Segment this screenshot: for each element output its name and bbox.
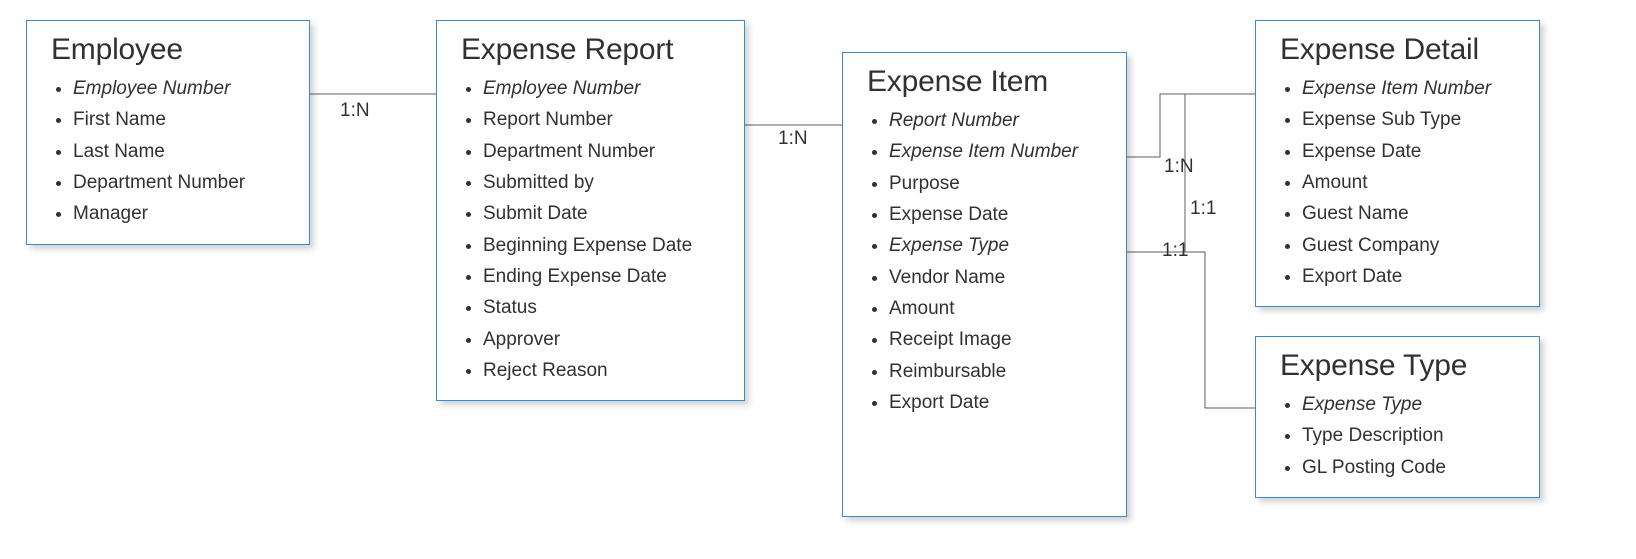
entity-attribute: Vendor Name <box>889 262 1102 293</box>
entity-attribute: Report Number <box>889 105 1102 136</box>
entity-attribute: Expense Type <box>889 230 1102 261</box>
entity-attribute: Submit Date <box>483 198 720 229</box>
entity-attribute: Ending Expense Date <box>483 261 720 292</box>
entity-expense-report-attrs: Employee NumberReport NumberDepartment N… <box>461 73 720 386</box>
entity-attribute: Guest Company <box>1302 230 1515 261</box>
entity-attribute: GL Posting Code <box>1302 452 1515 483</box>
entity-attribute: Approver <box>483 324 720 355</box>
entity-attribute: Employee Number <box>73 73 285 104</box>
entity-attribute: Submitted by <box>483 167 720 198</box>
entity-attribute: Expense Date <box>889 199 1102 230</box>
entity-attribute: Expense Item Number <box>1302 73 1515 104</box>
entity-attribute: Status <box>483 292 720 323</box>
relation-label-4: 1:1 <box>1190 198 1216 220</box>
entity-expense-detail-title: Expense Detail <box>1280 33 1515 67</box>
entity-attribute: Purpose <box>889 168 1102 199</box>
entity-expense-type-title: Expense Type <box>1280 349 1515 383</box>
entity-attribute: Expense Date <box>1302 136 1515 167</box>
entity-attribute: Type Description <box>1302 420 1515 451</box>
entity-attribute: Export Date <box>889 387 1102 418</box>
entity-attribute: Expense Type <box>1302 389 1515 420</box>
entity-attribute: Beginning Expense Date <box>483 230 720 261</box>
entity-expense-item: Expense Item Report NumberExpense Item N… <box>842 52 1127 517</box>
entity-attribute: Export Date <box>1302 261 1515 292</box>
entity-attribute: Guest Name <box>1302 198 1515 229</box>
entity-attribute: Expense Sub Type <box>1302 104 1515 135</box>
entity-employee: Employee Employee NumberFirst NameLast N… <box>26 20 310 245</box>
entity-attribute: Amount <box>1302 167 1515 198</box>
entity-expense-item-attrs: Report NumberExpense Item NumberPurposeE… <box>867 105 1102 418</box>
relation-label-2: 1:N <box>778 128 808 150</box>
entity-attribute: Employee Number <box>483 73 720 104</box>
relation-label-1: 1:N <box>340 100 370 122</box>
entity-expense-report: Expense Report Employee NumberReport Num… <box>436 20 745 401</box>
entity-attribute: Report Number <box>483 104 720 135</box>
entity-attribute: Amount <box>889 293 1102 324</box>
entity-attribute: Manager <box>73 198 285 229</box>
entity-attribute: Reimbursable <box>889 356 1102 387</box>
entity-expense-detail-attrs: Expense Item NumberExpense Sub TypeExpen… <box>1280 73 1515 292</box>
entity-expense-type-attrs: Expense TypeType DescriptionGL Posting C… <box>1280 389 1515 483</box>
entity-attribute: Department Number <box>483 136 720 167</box>
entity-expense-report-title: Expense Report <box>461 33 720 67</box>
entity-attribute: Expense Item Number <box>889 136 1102 167</box>
entity-employee-title: Employee <box>51 33 285 67</box>
entity-expense-detail: Expense Detail Expense Item NumberExpens… <box>1255 20 1540 307</box>
entity-attribute: Reject Reason <box>483 355 720 386</box>
relation-label-5: 1:1 <box>1162 240 1188 262</box>
entity-attribute: Department Number <box>73 167 285 198</box>
relation-label-3: 1:N <box>1164 156 1194 178</box>
entity-attribute: First Name <box>73 104 285 135</box>
entity-expense-item-title: Expense Item <box>867 65 1102 99</box>
entity-attribute: Receipt Image <box>889 324 1102 355</box>
entity-employee-attrs: Employee NumberFirst NameLast NameDepart… <box>51 73 285 230</box>
entity-attribute: Last Name <box>73 136 285 167</box>
entity-expense-type: Expense Type Expense TypeType Descriptio… <box>1255 336 1540 498</box>
